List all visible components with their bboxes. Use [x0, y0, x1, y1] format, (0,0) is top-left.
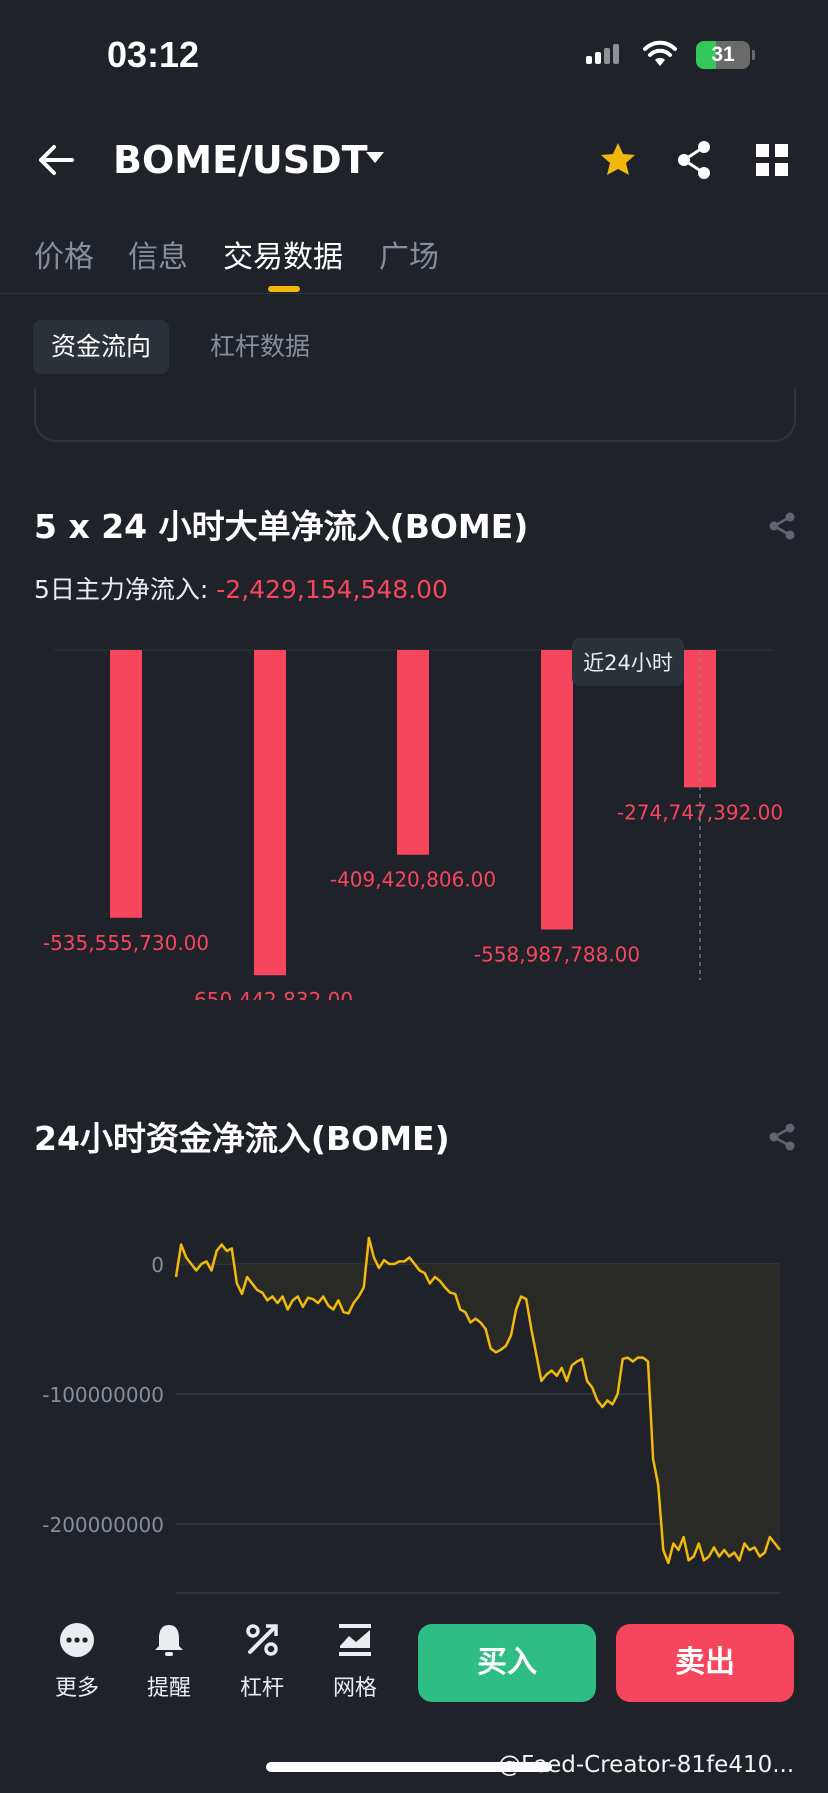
- share-icon[interactable]: [768, 512, 796, 540]
- subtab-fund-flow[interactable]: 资金流向: [33, 320, 170, 374]
- bar-label-2: -409,420,806.00: [330, 868, 496, 892]
- subtab-margin-data[interactable]: 杠杆数据: [192, 320, 328, 374]
- five-day-net-inflow: 5日主力净流入: -2,429,154,548.00: [34, 570, 448, 606]
- nav-alert[interactable]: 提醒: [129, 1622, 209, 1702]
- y-tick-label-1: -100000000: [42, 1383, 164, 1407]
- nav-margin[interactable]: 杠杆: [222, 1622, 302, 1702]
- trading-pair-title[interactable]: BOME/USDT: [113, 138, 368, 182]
- tab-price[interactable]: 价格: [34, 232, 94, 276]
- large-order-bar-chart[interactable]: -535,555,730.00 -650,442,832.00 -409,420,8…: [0, 620, 828, 1000]
- status-bar: 03:12 31: [0, 0, 828, 110]
- back-arrow-icon[interactable]: [36, 140, 76, 180]
- battery-level: 31: [711, 43, 735, 66]
- tab-info[interactable]: 信息: [128, 232, 188, 276]
- y-tick-label-0: 0: [151, 1253, 164, 1277]
- nav-grid[interactable]: 网格: [315, 1622, 395, 1702]
- app-header: BOME/USDT: [0, 120, 828, 200]
- nav-more[interactable]: 更多: [37, 1622, 117, 1702]
- star-icon[interactable]: [598, 140, 638, 180]
- creator-watermark: @Feed-Creator-81fe410...: [498, 1752, 795, 1778]
- grid-layout-icon[interactable]: [756, 144, 788, 176]
- tab-trading-data[interactable]: 交易数据: [223, 232, 343, 276]
- bar-label-0: -535,555,730.00: [43, 931, 209, 955]
- net-inflow-label: 5日主力净流入:: [34, 575, 217, 604]
- tab-square[interactable]: 广场: [379, 232, 439, 276]
- bar-label-1: -650,442,832.00: [187, 988, 353, 1000]
- bar-3: [541, 650, 573, 930]
- previous-card-bottom: [34, 388, 796, 442]
- bar-1: [254, 650, 286, 976]
- status-time: 03:12: [107, 34, 200, 75]
- area-fill: [176, 1238, 780, 1563]
- nav-grid-label: 网格: [332, 1676, 377, 1701]
- tooltip-text: 近24小时: [583, 651, 673, 675]
- bar-label-3: -558,987,788.00: [474, 942, 640, 966]
- buy-button[interactable]: 买入: [418, 1624, 596, 1702]
- nav-margin-label: 杠杆: [239, 1676, 284, 1701]
- net-inflow-value: -2,429,154,548.00: [216, 575, 448, 604]
- more-icon: [60, 1623, 94, 1657]
- sub-tab-bar: 资金流向 杠杆数据: [0, 320, 828, 374]
- cellular-signal-icon: [586, 44, 622, 64]
- grid-chart-icon: [339, 1624, 371, 1656]
- fund-flow-line-chart[interactable]: 0 -100000000 -200000000: [0, 1220, 828, 1600]
- nav-alert-label: 提醒: [146, 1676, 191, 1701]
- share-icon[interactable]: [676, 140, 712, 180]
- bar-2: [397, 650, 429, 855]
- main-tab-bar: 价格 信息 交易数据 广场: [0, 228, 828, 294]
- share-icon[interactable]: [768, 1123, 796, 1151]
- nav-more-label: 更多: [54, 1676, 99, 1701]
- section-title-large-order-flow: 5 x 24 小时大单净流入(BOME): [34, 507, 529, 546]
- battery-cap: [752, 50, 755, 60]
- percent-icon: [246, 1624, 278, 1656]
- y-tick-label-2: -200000000: [42, 1513, 164, 1537]
- chevron-down-icon[interactable]: [366, 152, 384, 163]
- battery-icon: 31: [696, 41, 750, 69]
- bar-4: [684, 650, 716, 788]
- bell-icon: [155, 1625, 183, 1656]
- sell-button[interactable]: 卖出: [616, 1624, 794, 1702]
- bottom-action-bar: 更多 提醒 杠杆 网格 买入 卖出: [0, 1598, 828, 1718]
- bar-0: [110, 650, 142, 918]
- wifi-icon: [643, 40, 677, 66]
- section-title-24h-fund-flow: 24小时资金净流入(BOME): [34, 1119, 450, 1158]
- active-tab-indicator: [268, 286, 300, 292]
